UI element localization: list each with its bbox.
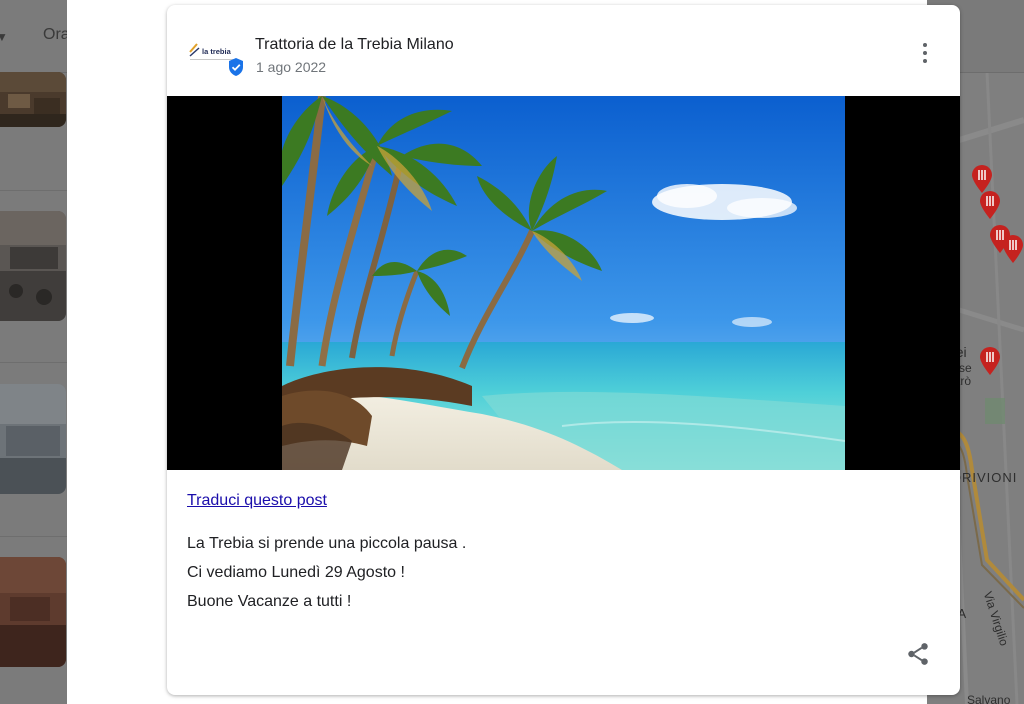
post-header: la trebia Trattoria de la Trebia Milano … (167, 5, 960, 96)
post-date: 1 ago 2022 (256, 59, 327, 75)
more-vert-icon (923, 43, 927, 47)
post-body-line: La Trebia si prende una piccola pausa . (187, 535, 467, 552)
filter-chip-hours[interactable]: Ora (43, 26, 67, 44)
post-body-line: Ci vediamo Lunedì 29 Agosto ! (187, 564, 405, 581)
restaurant-pin-icon[interactable] (1002, 234, 1024, 264)
business-post-card: la trebia Trattoria de la Trebia Milano … (167, 5, 960, 695)
map-place-label: Salvano (967, 693, 1011, 704)
more-options-button[interactable] (912, 38, 938, 68)
share-icon[interactable] (905, 641, 931, 667)
business-name[interactable]: Trattoria de la Trebia Milano (255, 36, 454, 54)
result-thumbnail[interactable] (0, 384, 66, 494)
restaurant-pin-icon[interactable] (979, 190, 1001, 220)
caret-down-icon: ▼ (0, 30, 8, 44)
post-body: La Trebia si prende una piccola pausa . … (187, 529, 927, 616)
post-media[interactable] (167, 96, 960, 470)
post-viewer-dialog: la trebia Trattoria de la Trebia Milano … (67, 0, 960, 704)
results-list-background: ▼ Ora (0, 0, 67, 704)
filter-bar: ▼ Ora (0, 0, 67, 73)
verified-badge-icon (229, 58, 243, 76)
logo-wordmark: la trebia (202, 47, 232, 56)
result-thumbnail[interactable] (0, 557, 66, 667)
post-photo-beach[interactable] (282, 96, 845, 470)
translate-post-link[interactable]: Traduci questo post (187, 492, 327, 510)
result-thumbnail[interactable] (0, 211, 66, 321)
result-thumbnail[interactable] (0, 72, 66, 127)
post-body-line: Buone Vacanze a tutti ! (187, 593, 352, 610)
restaurant-pin-icon[interactable] (979, 346, 1001, 376)
